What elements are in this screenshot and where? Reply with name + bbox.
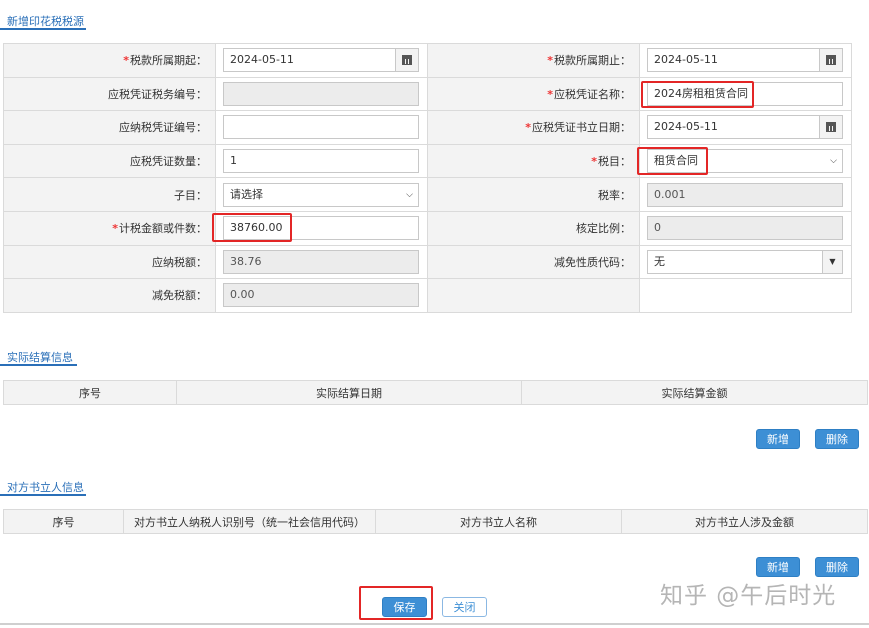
counterparty-add-button[interactable]: 新增 [756,557,800,577]
chevron-down-icon: ⌵ [830,156,837,167]
section-title-text: 实际结算信息 [7,351,73,364]
column-header: 实际结算金额 [521,380,868,405]
voucher-date-label: 应税凭证书立日期： [532,121,631,135]
section-title-underline [0,364,77,366]
bottom-divider [0,623,869,625]
column-header: 实际结算日期 [176,380,522,405]
exemption-code-label: 减免性质代码： [554,255,631,269]
column-header: 序号 [3,380,177,405]
column-header: 序号 [3,509,124,534]
section-title-text: 对方书立人信息 [7,481,84,494]
settlement-delete-button[interactable]: 删除 [815,429,859,449]
voucher-no-label: 应纳税凭证编号： [119,121,207,135]
voucher-tax-no-label: 应税凭证税务编号： [108,87,207,101]
sub-item-label: 子目： [174,188,207,202]
watermark-text: 知乎 @午后时光 [660,583,837,609]
section-title-underline [0,28,86,30]
section-title-settlement: 实际结算信息 [0,342,77,366]
period-start-calendar-button[interactable] [395,49,418,72]
tax-exempt-input: 0.00 [223,283,419,308]
section-title-text: 新增印花税税源 [7,15,84,28]
tax-item-select[interactable]: 租赁合同 ⌵ [647,149,843,174]
tax-item-label: 税目： [598,155,631,169]
column-header: 对方书立人名称 [375,509,622,534]
column-header: 对方书立人纳税人识别号（统一社会信用代码） [123,509,376,534]
voucher-name-input[interactable]: 2024房租租赁合同 [647,81,843,106]
approved-ratio-input: 0 [647,216,843,241]
settlement-add-button[interactable]: 新增 [756,429,800,449]
exemption-code-combo[interactable]: 无 ▼ [647,249,843,274]
tax-exempt-label: 减免税额： [152,289,207,303]
tax-payable-label: 应纳税额： [152,255,207,269]
column-header: 对方书立人涉及金额 [621,509,868,534]
voucher-name-label: 应税凭证名称： [554,87,631,101]
period-end-input[interactable]: 2024-05-11 [647,48,843,73]
save-button[interactable]: 保存 [382,597,427,617]
voucher-count-input[interactable]: 1 [223,149,419,174]
taxable-amount-label: 计税金额或件数： [119,222,207,236]
counterparty-delete-button[interactable]: 删除 [815,557,859,577]
taxable-amount-input[interactable]: 38760.00 [223,216,419,241]
tax-payable-input: 38.76 [223,249,419,274]
section-title-underline [0,494,86,496]
period-start-label: 税款所属期起： [130,54,207,68]
section-title-tax-source: 新增印花税税源 [0,6,86,30]
voucher-date-input[interactable]: 2024-05-11 [647,115,843,140]
period-start-input[interactable]: 2024-05-11 [223,48,419,73]
approved-ratio-label: 核定比例： [576,222,631,236]
close-button[interactable]: 关闭 [442,597,487,617]
section-title-counterparty: 对方书立人信息 [0,472,86,496]
triangle-down-icon[interactable]: ▼ [822,250,842,273]
counterparty-table: 序号 对方书立人纳税人识别号（统一社会信用代码） 对方书立人名称 对方书立人涉及… [3,509,868,534]
voucher-no-input[interactable] [223,115,419,140]
calendar-icon [826,55,836,66]
period-end-label: 税款所属期止： [554,54,631,68]
period-end-calendar-button[interactable] [819,49,842,72]
chevron-down-icon: ⌵ [406,189,413,200]
tax-rate-label: 税率： [598,188,631,202]
calendar-icon [402,55,412,66]
voucher-count-label: 应税凭证数量： [130,155,207,169]
sub-item-select[interactable]: 请选择 ⌵ [223,182,419,207]
settlement-table: 序号 实际结算日期 实际结算金额 [3,380,868,405]
calendar-icon [826,122,836,133]
tax-source-form: *税款所属期起： 2024-05-11 *税款所属期止： 2024-05-11 … [3,43,852,313]
tax-rate-input: 0.001 [647,182,843,207]
voucher-tax-no-input [223,81,419,106]
voucher-date-calendar-button[interactable] [819,116,842,139]
